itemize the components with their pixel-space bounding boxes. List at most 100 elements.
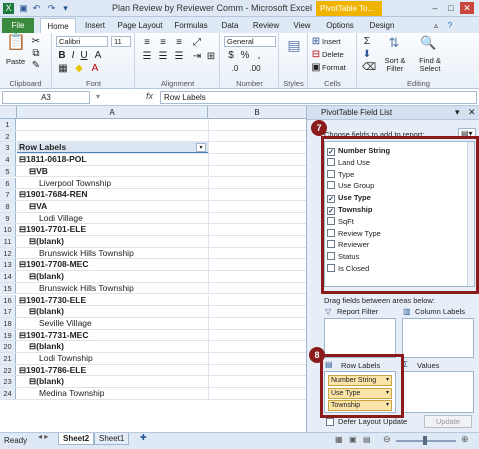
pivot-row-label[interactable]: Brunswick Hills Township (17, 283, 134, 294)
pivot-header-cell[interactable]: Row Labels (17, 142, 208, 154)
row-header[interactable]: 4 (0, 154, 16, 165)
normal-view-icon[interactable]: ▦ (335, 435, 343, 444)
row-header[interactable]: 1 (0, 119, 16, 130)
defer-layout-checkbox[interactable] (326, 418, 334, 426)
page-layout-view-icon[interactable]: ▣ (349, 435, 357, 444)
cell-b[interactable] (208, 177, 306, 189)
merge-icon[interactable]: ⊞ (204, 51, 218, 63)
insert-button[interactable]: Insert (322, 37, 341, 46)
pivot-row-label[interactable]: ⊟1901-7684-REN (17, 189, 88, 200)
report-filter-area[interactable] (324, 318, 396, 358)
ribbon-collapse-icon[interactable]: ▵ (430, 18, 442, 33)
currency-button[interactable]: $ (225, 50, 237, 62)
align-left-icon[interactable]: ☰ (140, 51, 154, 63)
cell-b[interactable] (208, 247, 306, 259)
pivot-row-label[interactable]: Lodi Township (17, 353, 93, 364)
wrap-text-icon[interactable]: ⇥ (190, 51, 204, 63)
column-labels-area[interactable] (402, 318, 474, 358)
copy-icon[interactable]: ⧉ (30, 48, 42, 60)
format-painter-icon[interactable]: ✎ (30, 60, 42, 72)
cell-b[interactable] (208, 317, 306, 329)
row-labels-filter-icon[interactable]: ▾ (196, 143, 206, 153)
cell-b[interactable] (208, 271, 306, 282)
sheet-tab-sheet2[interactable]: Sheet2 (58, 433, 95, 445)
tab-insert[interactable]: Insert (78, 18, 112, 33)
cell-b[interactable] (208, 200, 306, 212)
number-format-select[interactable]: General (224, 36, 276, 47)
borders-icon[interactable]: ▦ (57, 63, 69, 75)
row-header[interactable]: 7 (0, 189, 16, 200)
row-header[interactable]: 6 (0, 177, 16, 189)
pane-close-icon[interactable]: ✕ (468, 107, 476, 118)
tab-home[interactable]: Home (40, 18, 76, 33)
find-select-icon[interactable]: 🔍 (420, 36, 436, 49)
row-header[interactable]: 24 (0, 388, 16, 399)
autosum-icon[interactable]: Σ (362, 36, 372, 48)
tab-data[interactable]: Data (216, 18, 244, 33)
paste-icon[interactable]: 📋 (6, 35, 26, 51)
row-header[interactable]: 9 (0, 212, 16, 224)
pivot-row-label[interactable]: ⊟1811-0618-POL (17, 154, 87, 165)
row-header[interactable]: 21 (0, 353, 16, 364)
page-break-view-icon[interactable]: ▤ (363, 435, 371, 444)
redo-icon[interactable]: ↷ (46, 3, 57, 14)
cell-b[interactable] (208, 282, 306, 294)
font-grow-icon[interactable]: A (93, 50, 103, 62)
percent-button[interactable]: % (239, 50, 251, 62)
cell-b[interactable] (208, 376, 306, 388)
align-top-icon[interactable]: ≡ (140, 37, 154, 49)
close-button[interactable]: ✕ (460, 2, 474, 14)
column-header-a[interactable]: A (17, 106, 208, 119)
align-bottom-icon[interactable]: ≡ (172, 37, 186, 49)
font-color-icon[interactable]: A (89, 63, 101, 75)
help-icon[interactable]: ? (444, 18, 456, 33)
undo-icon[interactable]: ↶ (31, 3, 42, 14)
cell-b[interactable] (208, 142, 306, 154)
pivot-row-label[interactable] (17, 131, 19, 142)
row-header[interactable]: 13 (0, 259, 16, 271)
row-header[interactable]: 16 (0, 294, 16, 306)
cell-b[interactable] (208, 189, 306, 200)
pivot-row-label[interactable]: ⊟1901-7701-ELE (17, 224, 86, 235)
name-box[interactable]: A3 (2, 91, 90, 104)
tab-page-layout[interactable]: Page Layout (114, 18, 166, 33)
pivot-row-label[interactable] (17, 119, 19, 130)
row-header[interactable]: 22 (0, 364, 16, 376)
tab-view[interactable]: View (288, 18, 316, 33)
row-header[interactable]: 2 (0, 130, 16, 142)
tab-options[interactable]: Options (320, 18, 360, 33)
pivot-row-label[interactable]: Lodi Village (17, 213, 83, 224)
insert-sheet-icon[interactable]: ✚ (140, 433, 147, 442)
cell-b[interactable] (208, 212, 306, 224)
pivot-row-label[interactable]: Brunswick Hills Township (17, 248, 134, 259)
zoom-in-icon[interactable]: ⊕ (461, 434, 469, 445)
italic-button[interactable]: I (68, 50, 78, 62)
cell-b[interactable] (208, 119, 306, 130)
cell-b[interactable] (208, 341, 306, 352)
align-center-icon[interactable]: ☰ (156, 51, 170, 63)
row-header[interactable]: 18 (0, 317, 16, 329)
pivot-row-label[interactable]: ⊟VA (17, 201, 47, 212)
row-header[interactable]: 17 (0, 306, 16, 317)
clear-icon[interactable]: ⌫ (362, 62, 376, 74)
pane-options-icon[interactable]: ▾ (455, 107, 460, 118)
pivot-row-label[interactable]: Seville Village (17, 318, 92, 329)
cell-b[interactable] (208, 306, 306, 317)
pivot-row-label[interactable]: ⊟(blank) (17, 306, 64, 317)
pivot-row-label[interactable]: ⊟(blank) (17, 376, 64, 387)
cell-b[interactable] (208, 236, 306, 247)
styles-icon[interactable]: ▤ (286, 38, 302, 52)
row-header[interactable]: 20 (0, 341, 16, 352)
sheet-nav-icon[interactable]: ◂ ▸ (38, 432, 48, 441)
format-button[interactable]: Format (322, 63, 346, 72)
tab-formulas[interactable]: Formulas (170, 18, 212, 33)
sort-filter-button[interactable]: Sort & Filter (378, 57, 412, 73)
fill-color-icon[interactable]: ◆ (73, 63, 85, 75)
customize-toolbar-icon[interactable]: ▾ (60, 3, 71, 14)
underline-button[interactable]: U (79, 50, 89, 62)
update-button[interactable]: Update (424, 415, 472, 428)
cell-b[interactable] (208, 259, 306, 271)
row-header[interactable]: 23 (0, 376, 16, 388)
maximize-button[interactable]: □ (444, 2, 458, 14)
zoom-slider-thumb[interactable] (423, 436, 427, 445)
